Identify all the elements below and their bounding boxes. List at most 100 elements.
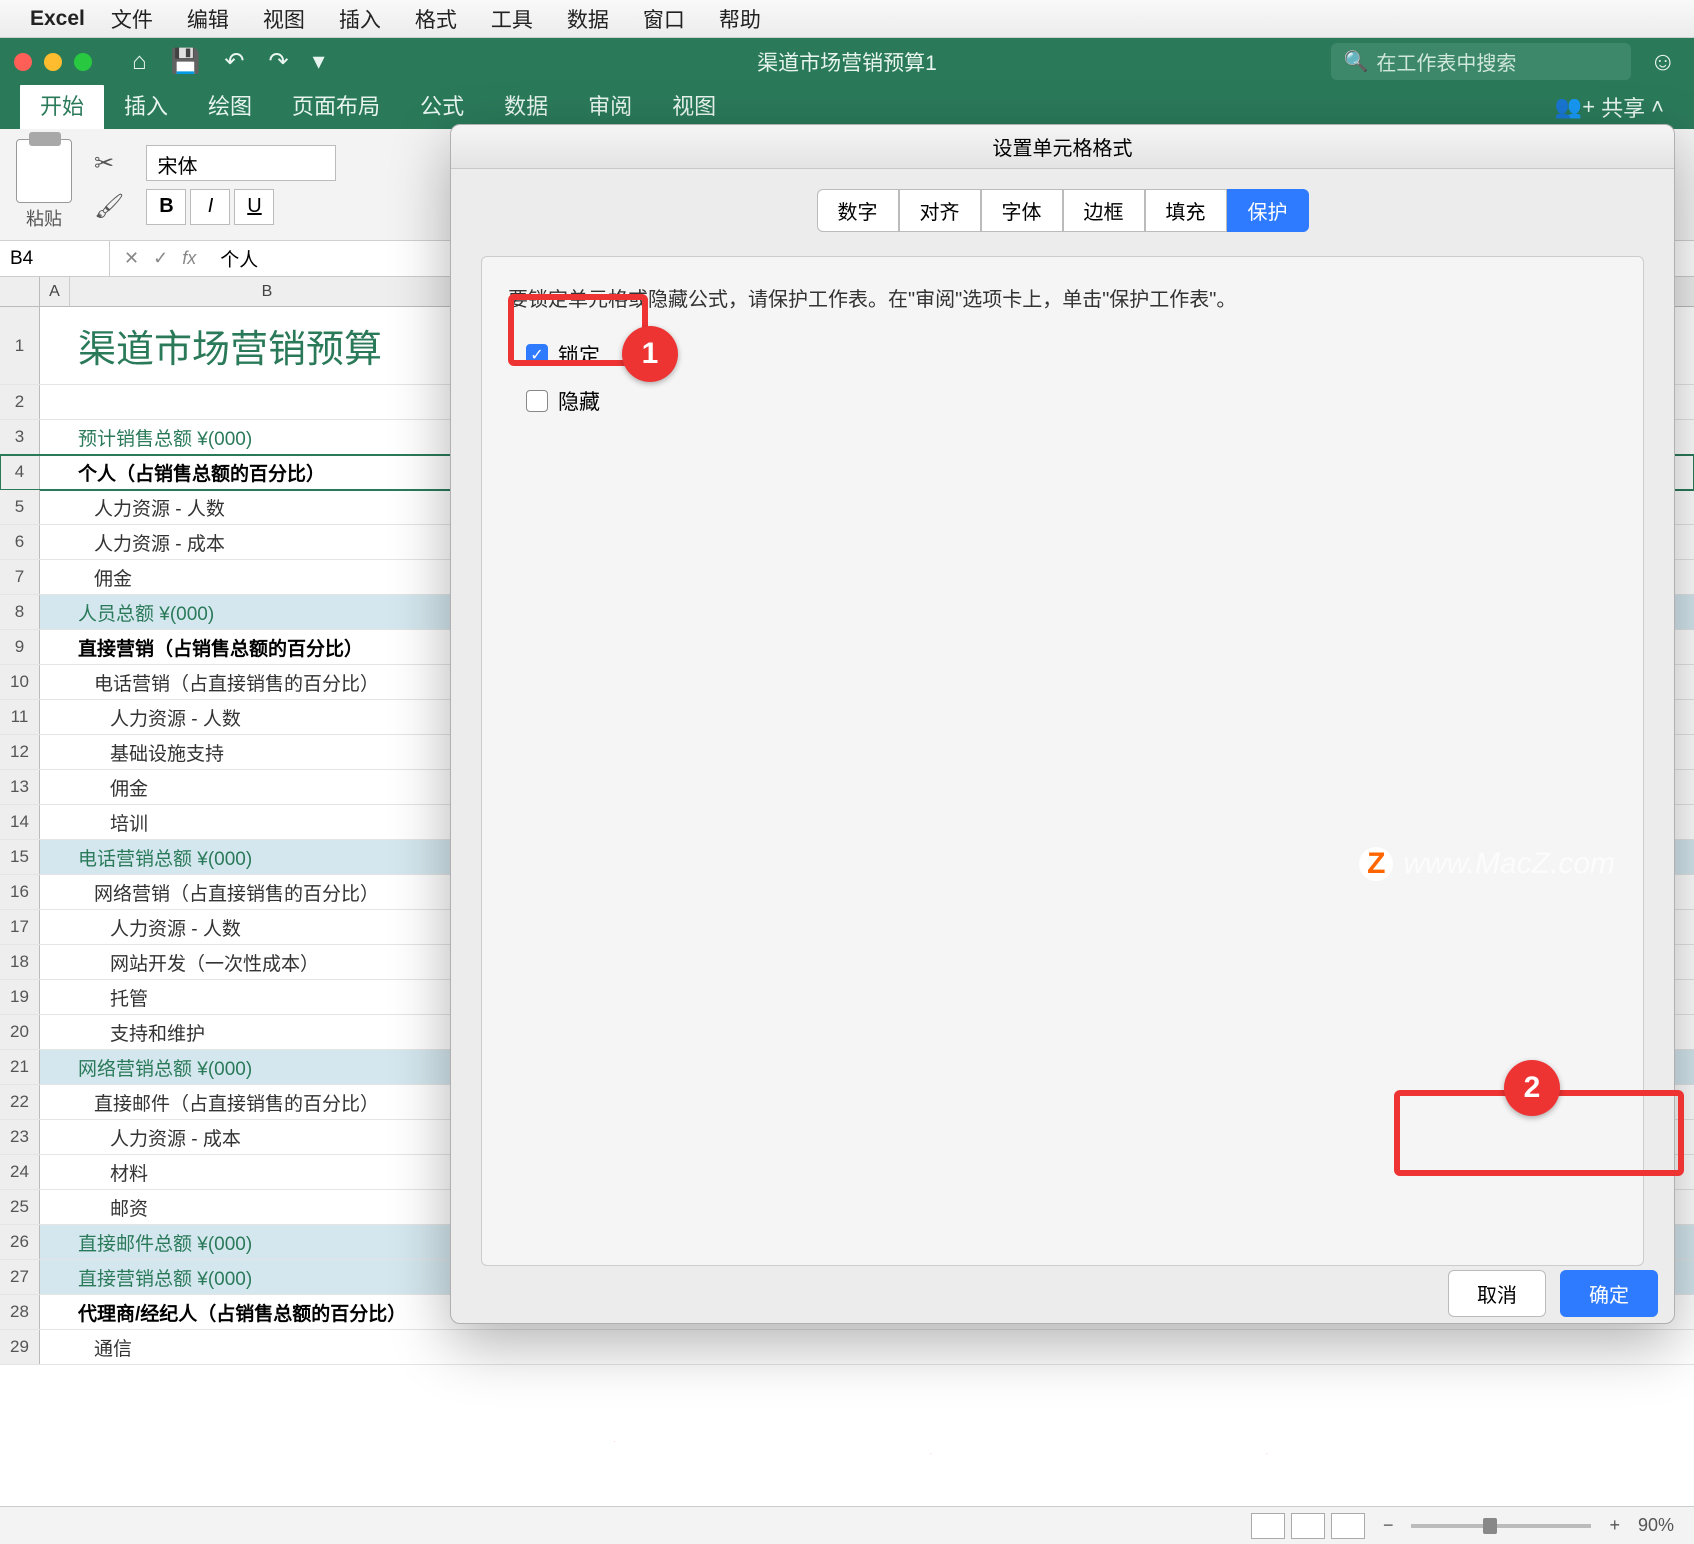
row-header[interactable]: 24 <box>0 1155 40 1189</box>
underline-button[interactable]: U <box>234 189 274 225</box>
cell-b[interactable]: 培训 <box>70 805 465 839</box>
share-button[interactable]: 👥+共享 ˄ <box>1539 85 1680 129</box>
row-header[interactable]: 14 <box>0 805 40 839</box>
cancel-formula-icon[interactable]: ✕ <box>124 248 139 269</box>
row-header[interactable]: 3 <box>0 420 40 454</box>
dialog-tab-border[interactable]: 边框 <box>1063 189 1145 232</box>
row-header[interactable]: 27 <box>0 1260 40 1294</box>
undo-icon[interactable]: ↶ <box>224 47 244 76</box>
row-header[interactable]: 28 <box>0 1295 40 1329</box>
view-normal-icon[interactable] <box>1251 1513 1285 1539</box>
dialog-tab-protect[interactable]: 保护 <box>1227 189 1309 232</box>
row-header[interactable]: 23 <box>0 1120 40 1154</box>
dialog-tab-number[interactable]: 数字 <box>817 189 899 232</box>
enter-formula-icon[interactable]: ✓ <box>153 248 168 269</box>
cell-b[interactable]: 人力资源 - 人数 <box>70 700 465 734</box>
menu-file[interactable]: 文件 <box>111 4 153 34</box>
cell-b[interactable]: 电话营销（占直接销售的百分比） <box>70 665 465 699</box>
cell-b[interactable]: 通信 <box>70 1330 465 1364</box>
search-input[interactable]: 🔍 在工作表中搜索 <box>1331 43 1631 80</box>
fx-icon[interactable]: fx <box>182 248 196 269</box>
row-header[interactable]: 5 <box>0 490 40 524</box>
row-header[interactable]: 9 <box>0 630 40 664</box>
menu-data[interactable]: 数据 <box>567 4 609 34</box>
bold-button[interactable]: B <box>146 189 186 225</box>
cell-b[interactable]: 网络营销（占直接销售的百分比） <box>70 875 465 909</box>
cell-b[interactable] <box>70 385 465 419</box>
row-header[interactable]: 21 <box>0 1050 40 1084</box>
dialog-tab-align[interactable]: 对齐 <box>899 189 981 232</box>
cell-b[interactable]: 支持和维护 <box>70 1015 465 1049</box>
redo-icon[interactable]: ↷ <box>269 47 289 76</box>
hide-checkbox[interactable] <box>526 390 548 412</box>
tab-view[interactable]: 视图 <box>652 81 736 129</box>
menu-help[interactable]: 帮助 <box>719 4 761 34</box>
cell-b[interactable]: 个人（占销售总额的百分比） <box>70 455 465 489</box>
save-icon[interactable]: 💾 <box>171 47 201 76</box>
ok-button[interactable]: 确定 <box>1560 1270 1658 1317</box>
col-header-a[interactable]: A <box>40 277 70 306</box>
maximize-icon[interactable] <box>74 53 92 71</box>
row-header[interactable]: 26 <box>0 1225 40 1259</box>
cell-b[interactable]: 基础设施支持 <box>70 735 465 769</box>
cell-b[interactable]: 电话营销总额 ¥(000) <box>70 840 465 874</box>
cell-b[interactable]: 直接邮件（占直接销售的百分比） <box>70 1085 465 1119</box>
row-header[interactable]: 25 <box>0 1190 40 1224</box>
view-break-icon[interactable] <box>1331 1513 1365 1539</box>
row-header[interactable]: 10 <box>0 665 40 699</box>
home-icon[interactable]: ⌂ <box>132 48 147 76</box>
zoom-out-icon[interactable]: − <box>1383 1515 1394 1536</box>
cell-b[interactable]: 代理商/经纪人（占销售总额的百分比） <box>70 1295 465 1329</box>
menu-window[interactable]: 窗口 <box>643 4 685 34</box>
name-box[interactable]: B4 <box>0 241 110 276</box>
cell-b[interactable]: 直接营销（占销售总额的百分比） <box>70 630 465 664</box>
row-header[interactable]: 8 <box>0 595 40 629</box>
cell-b[interactable]: 材料 <box>70 1155 465 1189</box>
row-header[interactable]: 19 <box>0 980 40 1014</box>
row-header[interactable]: 29 <box>0 1330 40 1364</box>
row-header[interactable]: 1 <box>0 307 40 384</box>
tab-data[interactable]: 数据 <box>484 81 568 129</box>
cell-b[interactable]: 预计销售总额 ¥(000) <box>70 420 465 454</box>
row-header[interactable]: 20 <box>0 1015 40 1049</box>
dialog-tab-font[interactable]: 字体 <box>981 189 1063 232</box>
cancel-button[interactable]: 取消 <box>1448 1270 1546 1317</box>
tab-insert[interactable]: 插入 <box>104 81 188 129</box>
cell-b[interactable]: 网络营销总额 ¥(000) <box>70 1050 465 1084</box>
cell-b[interactable]: 邮资 <box>70 1190 465 1224</box>
cell-b[interactable]: 佣金 <box>70 560 465 594</box>
cell-b[interactable]: 直接邮件总额 ¥(000) <box>70 1225 465 1259</box>
cell-b[interactable]: 直接营销总额 ¥(000) <box>70 1260 465 1294</box>
tab-draw[interactable]: 绘图 <box>188 81 272 129</box>
cell-b[interactable]: 托管 <box>70 980 465 1014</box>
cell-b[interactable]: 人力资源 - 人数 <box>70 490 465 524</box>
row-header[interactable]: 4 <box>0 455 40 489</box>
menu-insert[interactable]: 插入 <box>339 4 381 34</box>
cell-b[interactable]: 佣金 <box>70 770 465 804</box>
menu-tools[interactable]: 工具 <box>491 4 533 34</box>
traffic-lights[interactable] <box>14 53 92 71</box>
row-header[interactable]: 16 <box>0 875 40 909</box>
italic-button[interactable]: I <box>190 189 230 225</box>
row-header[interactable]: 18 <box>0 945 40 979</box>
hide-checkbox-row[interactable]: 隐藏 <box>526 386 1617 416</box>
cell-b[interactable]: 人力资源 - 成本 <box>70 525 465 559</box>
cell-b[interactable]: 人员总额 ¥(000) <box>70 595 465 629</box>
cut-icon[interactable]: ✂ <box>94 149 124 178</box>
tab-home[interactable]: 开始 <box>20 81 104 129</box>
more-icon[interactable]: ▾ <box>313 47 325 76</box>
row-header[interactable]: 2 <box>0 385 40 419</box>
cell-b[interactable]: 人力资源 - 成本 <box>70 1120 465 1154</box>
row-header[interactable]: 6 <box>0 525 40 559</box>
view-page-icon[interactable] <box>1291 1513 1325 1539</box>
tab-formulas[interactable]: 公式 <box>400 81 484 129</box>
paste-icon[interactable] <box>16 139 72 203</box>
font-name-select[interactable]: 宋体 <box>146 145 336 181</box>
row-header[interactable]: 17 <box>0 910 40 944</box>
minimize-icon[interactable] <box>44 53 62 71</box>
row-header[interactable]: 13 <box>0 770 40 804</box>
zoom-in-icon[interactable]: + <box>1609 1515 1620 1536</box>
menu-edit[interactable]: 编辑 <box>187 4 229 34</box>
row-header[interactable]: 7 <box>0 560 40 594</box>
user-icon[interactable]: ☺ <box>1649 46 1676 77</box>
